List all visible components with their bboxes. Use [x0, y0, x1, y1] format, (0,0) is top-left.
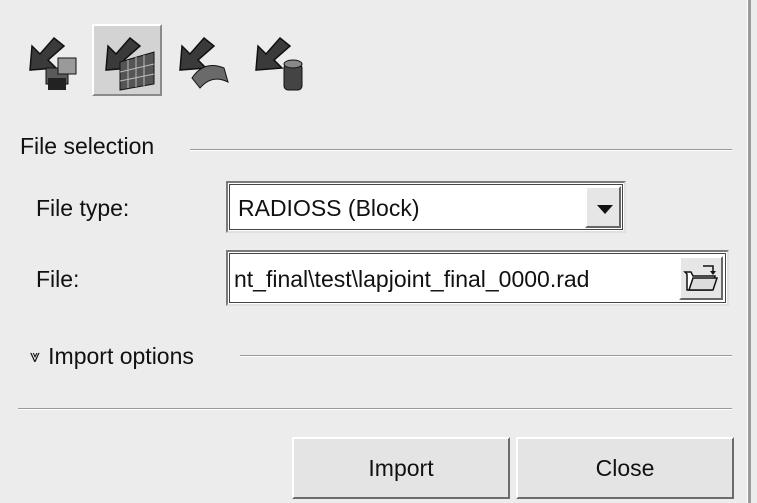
file-type-dropdown-button[interactable]	[585, 186, 621, 228]
import-solver-deck-tool[interactable]	[244, 24, 314, 96]
import-model-icon	[29, 36, 77, 90]
file-path-field[interactable]: nt_final\test\lapjoint_final_0000.rad	[226, 250, 729, 306]
file-label: File:	[36, 266, 80, 292]
import-options-toggle[interactable]: ⩔ Import options	[30, 342, 204, 372]
import-model-tool[interactable]	[18, 24, 88, 96]
import-results-icon	[105, 36, 155, 91]
footer-divider	[18, 408, 732, 410]
import-geometry-icon	[179, 36, 229, 89]
file-selection-heading: File selection	[20, 132, 165, 160]
double-chevron-down-icon: ⩔	[30, 346, 41, 366]
file-selection-divider	[190, 149, 732, 151]
import-button[interactable]: Import	[292, 437, 510, 499]
import-options-divider	[240, 355, 732, 357]
file-type-value: RADIOSS (Block)	[238, 195, 420, 221]
file-type-label: File type:	[36, 195, 130, 221]
import-geometry-tool[interactable]	[168, 24, 238, 96]
right-frame-edge	[747, 0, 751, 503]
import-solver-deck-icon	[255, 36, 303, 91]
file-path-value: nt_final\test\lapjoint_final_0000.rad	[234, 266, 590, 292]
open-folder-icon	[683, 265, 719, 291]
chevron-down-icon	[597, 205, 613, 214]
import-results-tool[interactable]	[92, 24, 162, 96]
import-options-label: Import options	[48, 343, 194, 369]
close-button[interactable]: Close	[516, 437, 734, 499]
file-type-dropdown[interactable]: RADIOSS (Block)	[226, 181, 626, 233]
browse-file-button[interactable]	[679, 256, 723, 300]
